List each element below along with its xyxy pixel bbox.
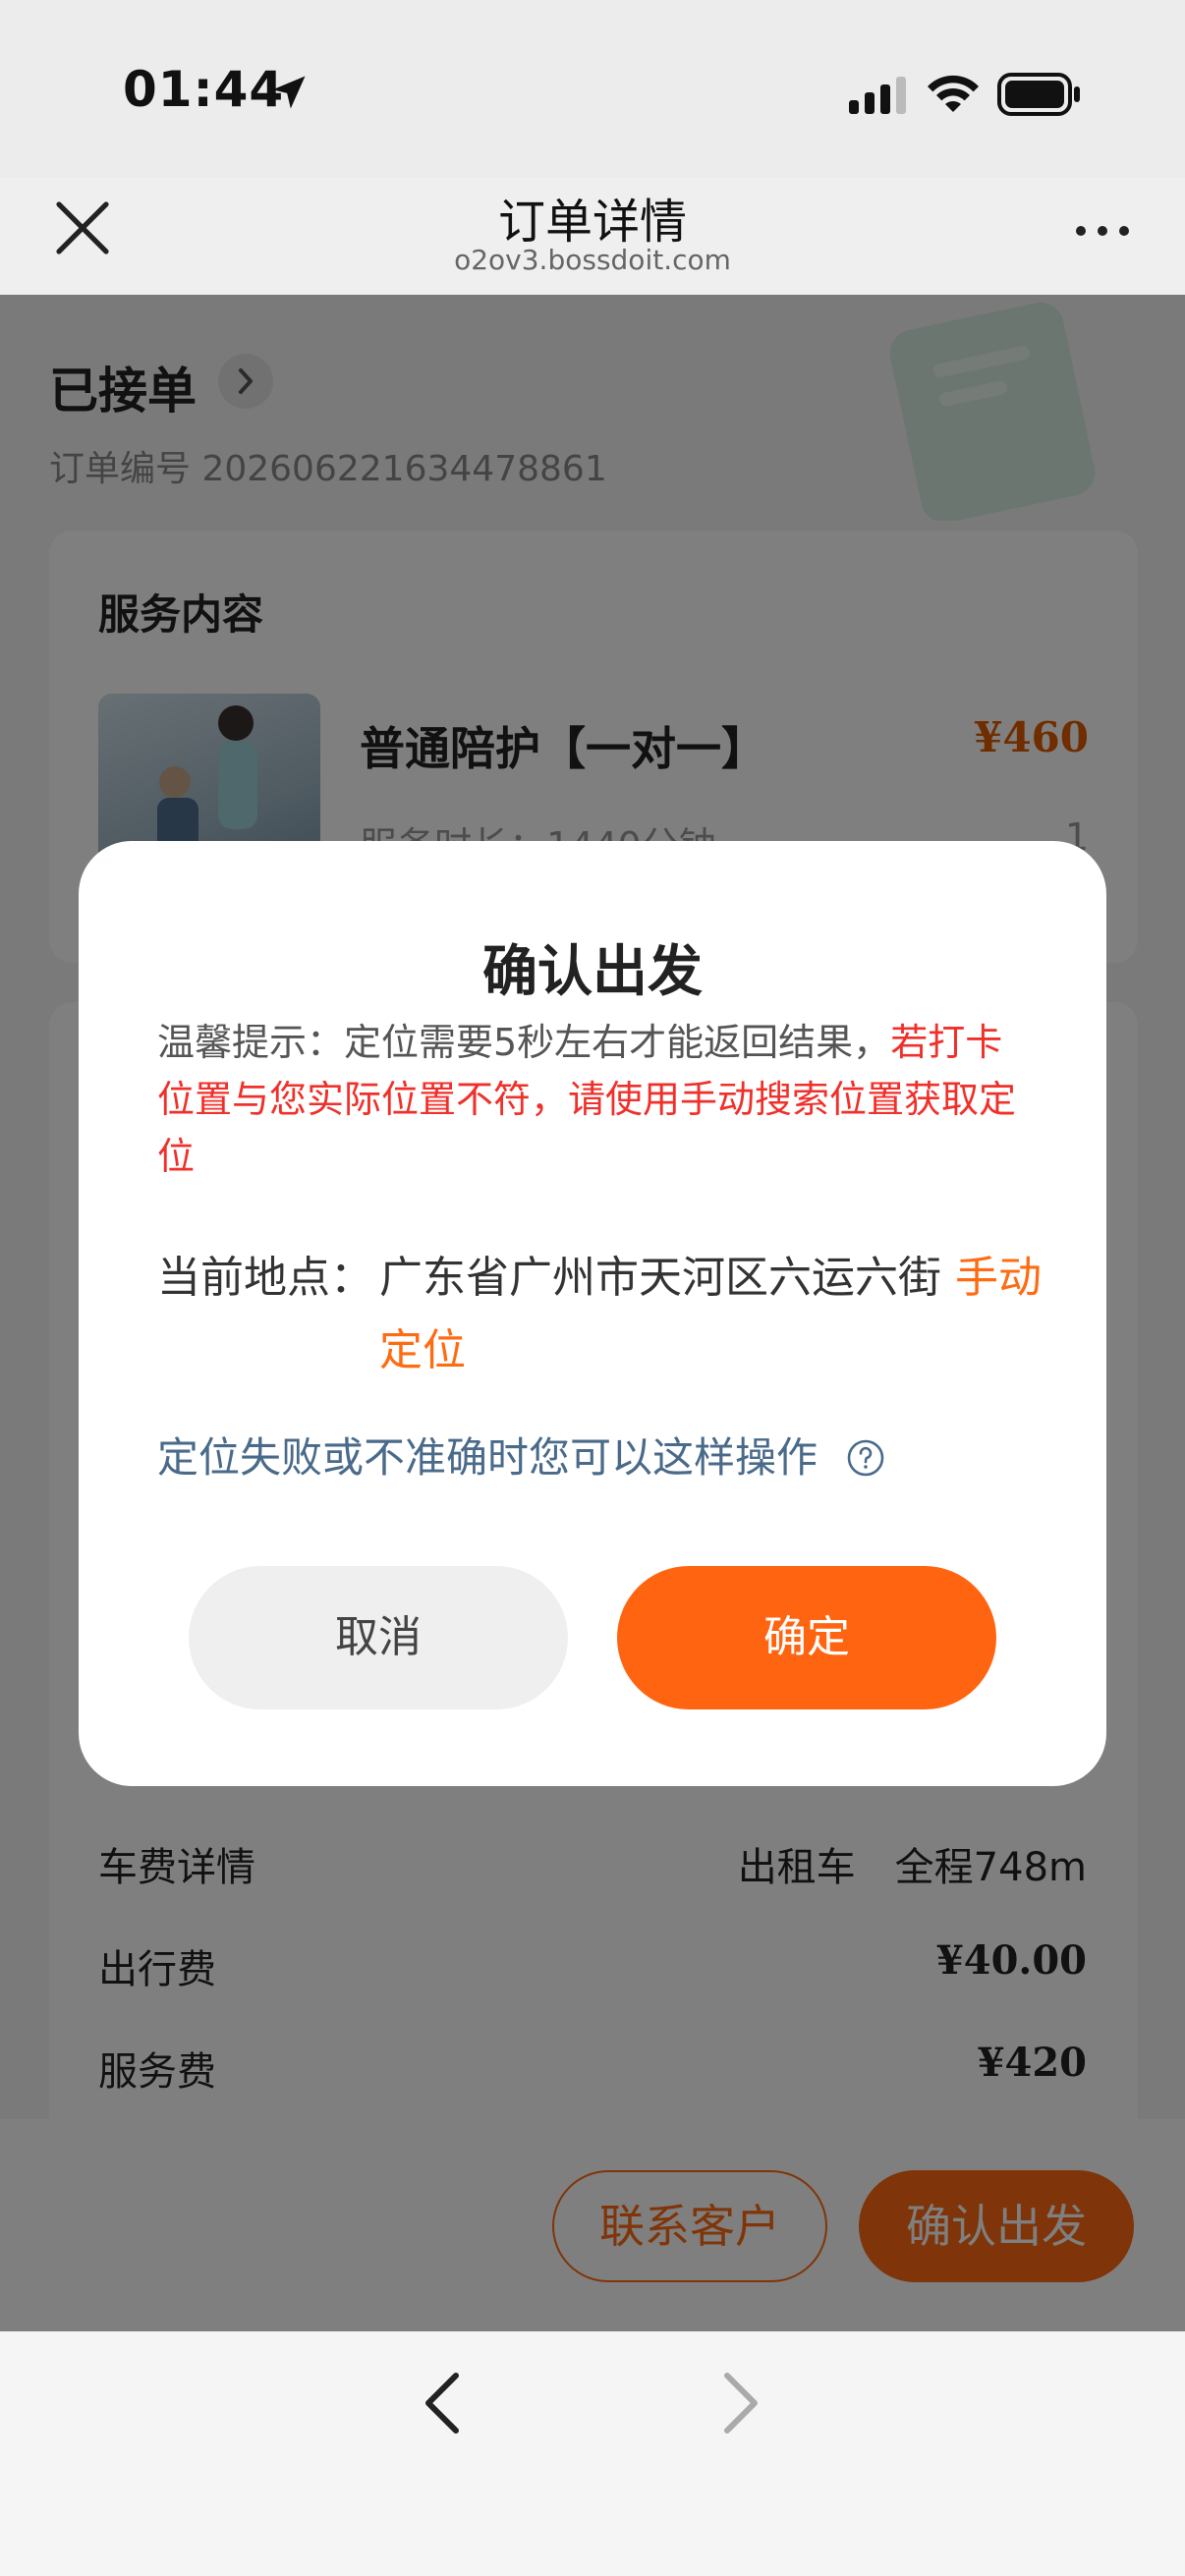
location-arrow-icon [272,76,306,109]
dialog-title: 确认出发 [482,940,703,1004]
location-value-block: 广东省广州市天河区六运六街 手动定位 [379,1242,1047,1387]
confirm-depart-dialog: 确认出发 温馨提示：定位需要5秒左右才能返回结果，若打卡位置与您实际位置不符，请… [79,841,1106,1786]
location-label: 当前地点： [157,1253,373,1303]
help-text: 定位失败或不准确时您可以这样操作 [157,1433,818,1482]
status-bar: 01:44 [0,0,1185,177]
status-time: 01:44 [123,61,285,118]
back-arrow-icon[interactable] [413,2368,472,2438]
cellular-signal-icon [849,77,906,114]
tip-prefix: 温馨提示：定位需要5秒左右才能返回结果， [157,1021,891,1064]
browser-toolbar [0,2331,1185,2576]
wifi-icon [928,75,979,112]
battery-icon [997,73,1080,116]
confirm-button[interactable]: 确定 [617,1566,996,1709]
current-location: 广东省广州市天河区六运六街 [379,1253,941,1303]
dialog-tip: 温馨提示：定位需要5秒左右才能返回结果，若打卡位置与您实际位置不符，请使用手动搜… [157,1014,1022,1185]
more-icon[interactable] [1073,216,1132,246]
cancel-button[interactable]: 取消 [189,1566,568,1709]
page-domain: o2ov3.bossdoit.com [454,244,731,276]
question-icon[interactable] [846,1438,885,1478]
forward-arrow-icon[interactable] [711,2368,770,2438]
help-link[interactable]: 定位失败或不准确时您可以这样操作 [157,1425,885,1484]
page-title: 订单详情 [497,195,687,250]
